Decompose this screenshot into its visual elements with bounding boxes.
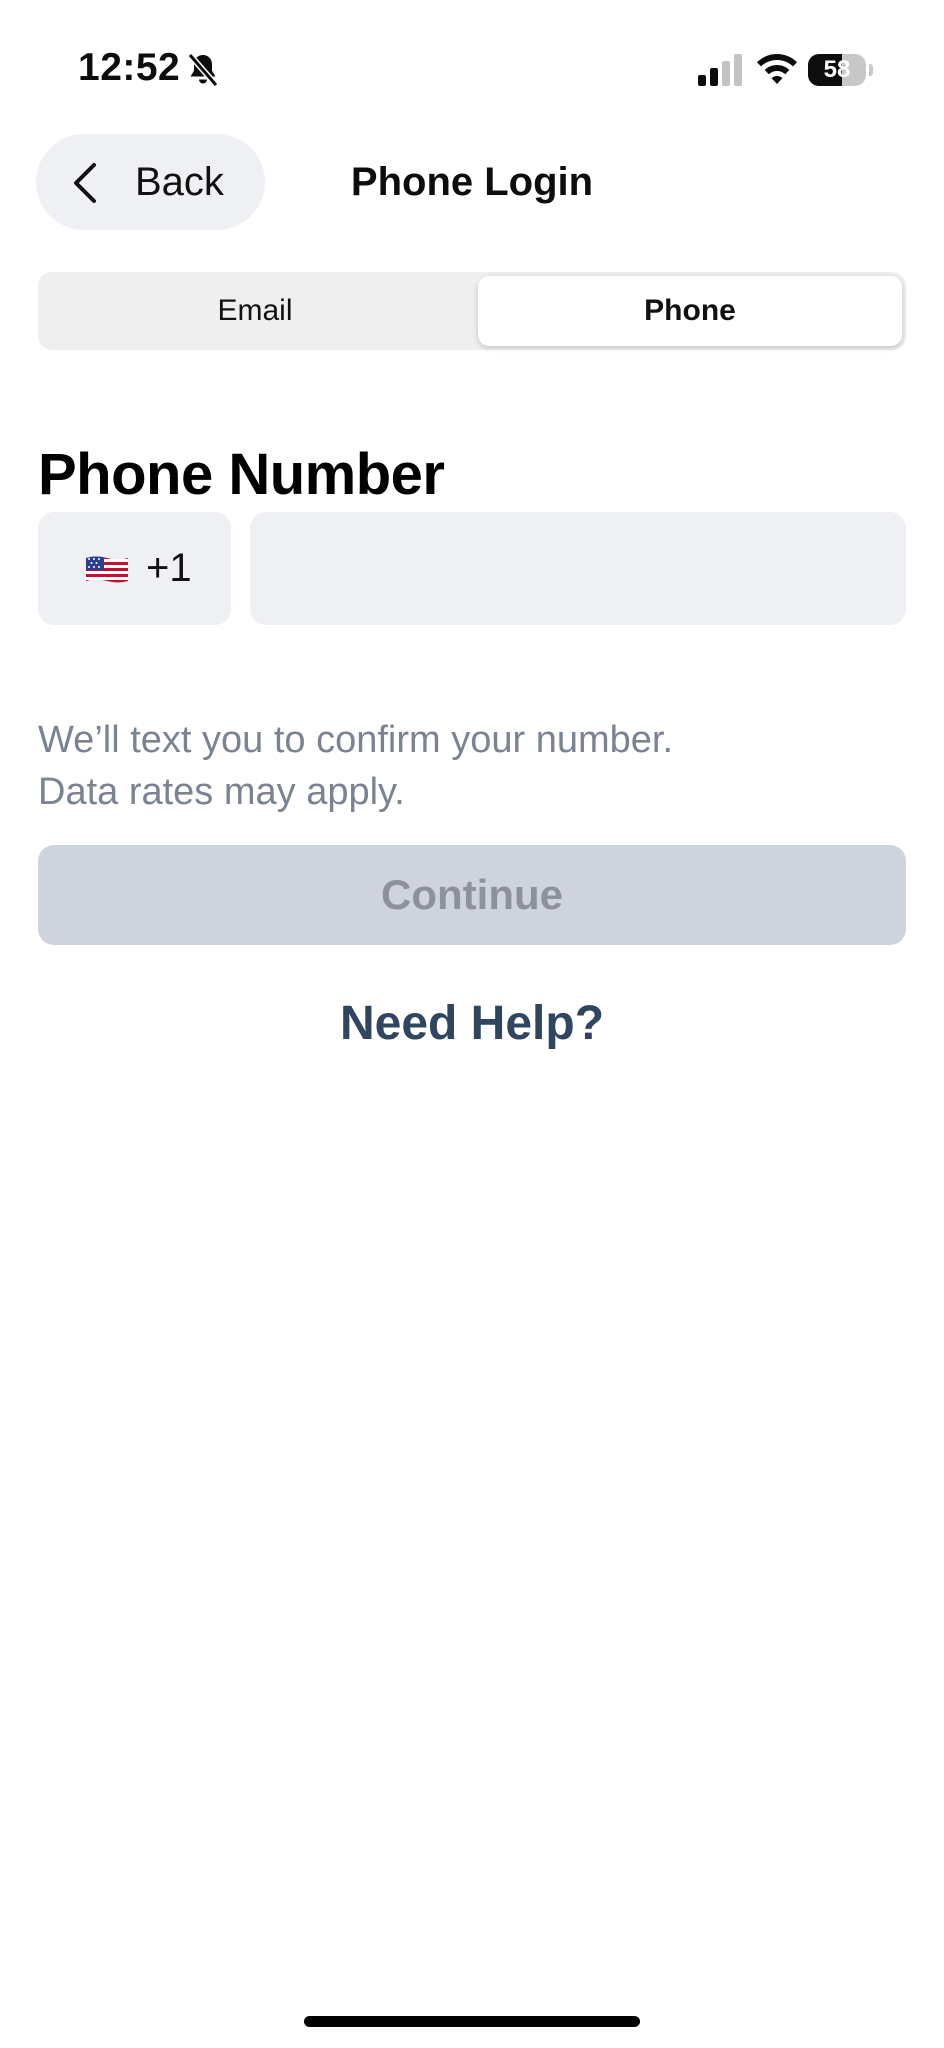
wifi-icon [757,54,797,84]
cellular-signal-icon [698,54,742,86]
status-bar: 12:52 58 [0,0,944,140]
bell-slash-icon [187,53,219,87]
tab-phone[interactable]: Phone [478,276,902,346]
continue-button[interactable]: Continue [38,845,906,945]
helper-text: We’ll text you to confirm your number. D… [38,714,898,818]
phone-number-input[interactable] [250,512,906,625]
need-help-link[interactable]: Need Help? [0,992,944,1056]
country-code-picker[interactable]: +1 [38,512,231,625]
tab-email[interactable]: Email [42,276,468,346]
login-method-tabs: Email Phone [38,272,906,350]
us-flag-icon [86,556,128,583]
battery-icon: 58 [808,54,874,86]
helper-text-line: We’ll text you to confirm your number. [38,719,673,761]
phone-number-heading: Phone Number [38,442,445,507]
home-indicator [304,2016,640,2027]
status-time: 12:52 [78,46,181,89]
helper-text-line: Data rates may apply. [38,771,405,813]
phone-login-screen: 12:52 58 Back Phone Login Email Phone Ph… [0,0,944,2048]
country-code: +1 [146,546,192,590]
page-title: Phone Login [350,160,594,204]
battery-percent: 58 [823,56,851,83]
